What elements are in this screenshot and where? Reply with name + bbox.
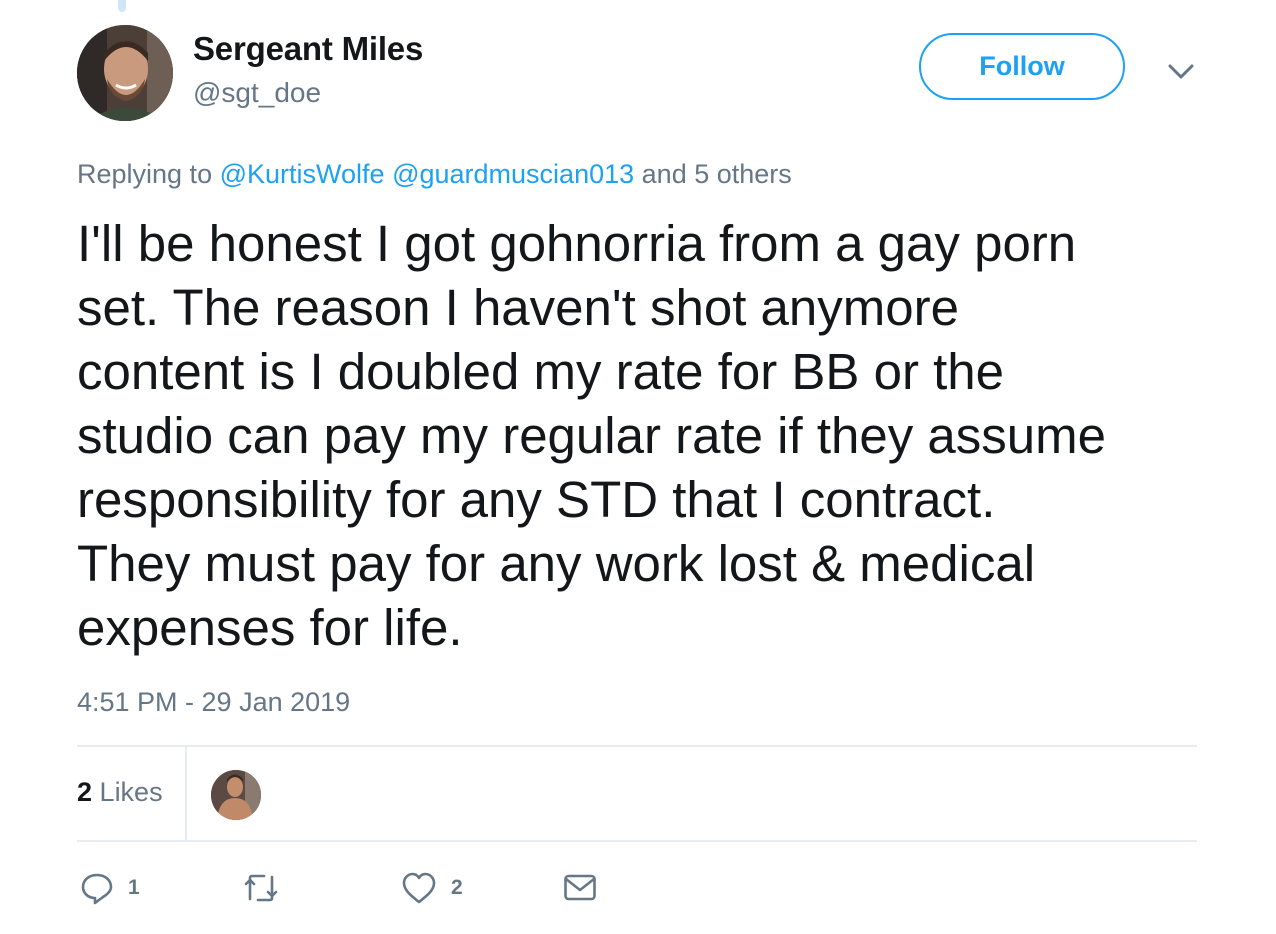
liker-avatar-image	[211, 770, 261, 820]
heart-icon	[402, 872, 436, 904]
author-avatar-image	[77, 25, 173, 121]
author-display-name[interactable]: Sergeant Miles	[193, 30, 423, 68]
like-count: 2	[451, 876, 463, 899]
mention-link-1[interactable]: @KurtisWolfe	[220, 159, 385, 189]
tweet-text-line: expenses for life.	[77, 599, 463, 656]
reply-count: 1	[128, 876, 140, 899]
tweet-text-line: content is I doubled my rate for BB or t…	[77, 343, 1004, 400]
liker-avatar[interactable]	[211, 770, 261, 820]
likes-stat[interactable]: 2 Likes	[77, 777, 163, 808]
tweet-text-line: I'll be honest I got gohnorria from a ga…	[77, 215, 1077, 272]
tweet-text-line: studio can pay my regular rate if they a…	[77, 407, 1106, 464]
reply-button[interactable]: 1	[80, 868, 140, 908]
tweet-page: Sergeant Miles @sgt_doe Follow Replying …	[0, 0, 1276, 934]
like-button[interactable]: 2	[401, 868, 463, 908]
divider	[77, 745, 1197, 747]
envelope-icon	[564, 874, 596, 901]
tweet-timestamp[interactable]: 4:51 PM - 29 Jan 2019	[77, 687, 350, 718]
tweet-text-line: responsibility for any STD that I contra…	[77, 471, 996, 528]
retweet-button[interactable]	[242, 868, 280, 908]
divider	[77, 840, 1197, 842]
more-options-button[interactable]	[1166, 58, 1196, 84]
reply-context-others[interactable]: and 5 others	[642, 159, 792, 189]
reply-context: Replying to @KurtisWolfe @guardmuscian01…	[77, 159, 792, 190]
direct-message-button[interactable]	[563, 868, 597, 908]
reply-context-prefix: Replying to	[77, 159, 213, 189]
author-handle[interactable]: @sgt_doe	[193, 77, 321, 109]
tweet-text: I'll be honest I got gohnorria from a ga…	[77, 212, 1227, 660]
stats-separator	[185, 747, 187, 840]
chevron-down-icon	[1168, 64, 1194, 79]
likes-label: Likes	[99, 777, 163, 807]
mention-link-2[interactable]: @guardmuscian013	[392, 159, 634, 189]
follow-button[interactable]: Follow	[919, 33, 1125, 100]
author-avatar[interactable]	[77, 25, 173, 121]
tweet-text-line: They must pay for any work lost & medica…	[77, 535, 1036, 592]
reply-icon	[81, 873, 113, 905]
retweet-icon	[244, 874, 278, 902]
tweet-text-line: set. The reason I haven't shot anymore	[77, 279, 959, 336]
likes-count: 2	[77, 777, 93, 807]
thread-connector	[118, 0, 126, 12]
